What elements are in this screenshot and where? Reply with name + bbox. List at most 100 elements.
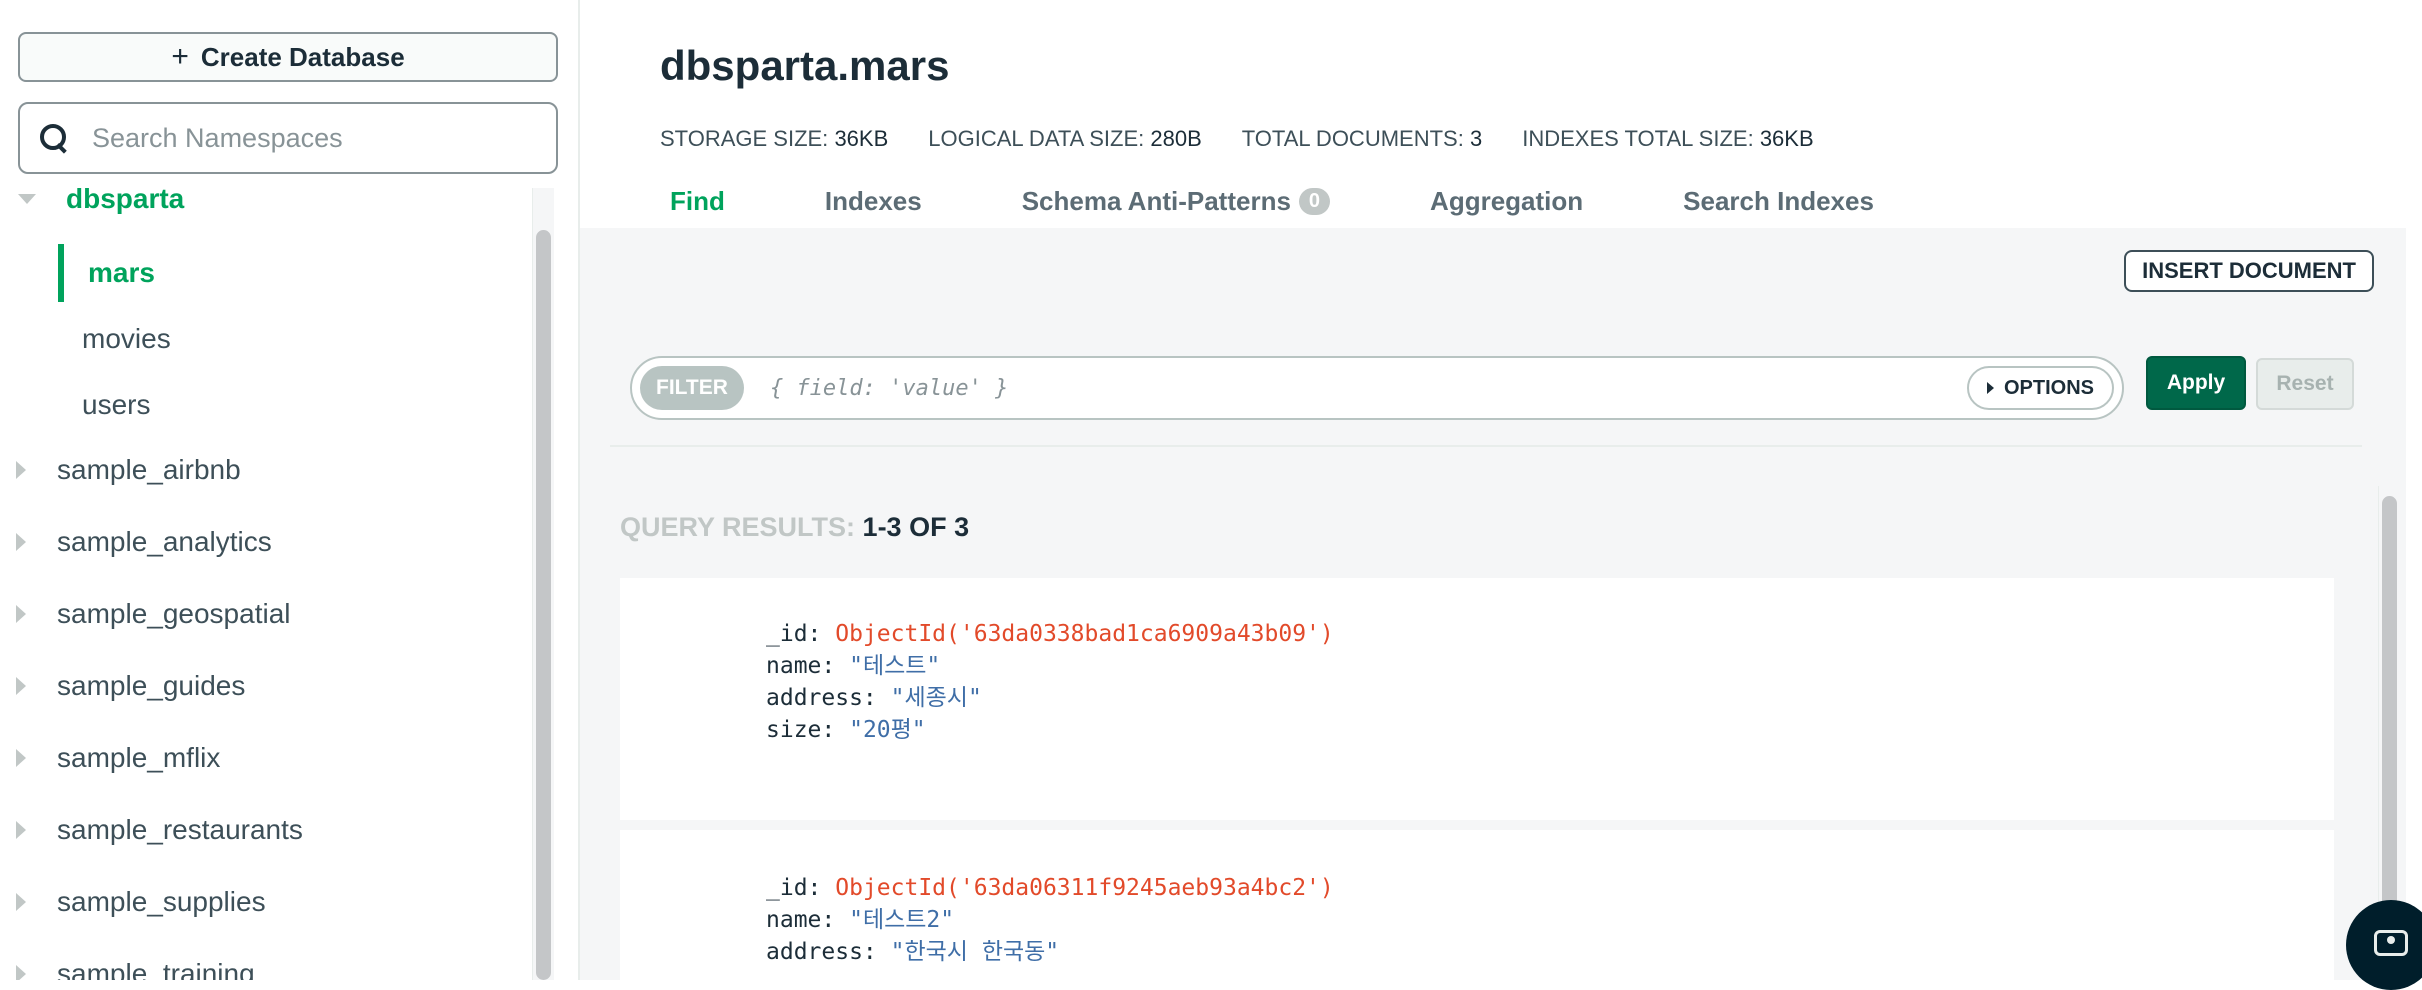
field-value: ObjectId('63da0338bad1ca6909a43b09') [835,621,1334,647]
stat-value: 36KB [834,126,889,151]
create-database-label: Create Database [200,41,405,72]
collection-stats: STORAGE SIZE: 36KB LOGICAL DATA SIZE: 28… [660,126,1814,152]
tree-collection-users[interactable]: users [0,376,530,434]
caret-right-icon [16,605,26,623]
caret-right-icon [16,821,26,839]
tree-db-label: sample_geospatial [57,598,291,629]
tree-db-label: sample_airbnb [57,454,241,485]
tree-db-label: dbsparta [66,188,185,214]
triangle-right-icon [1986,382,1994,394]
document-field: name: "테스트" [766,650,2334,682]
reset-button[interactable]: Reset [2256,358,2354,410]
collection-tabs: Find Indexes Schema Anti-Patterns 0 Aggr… [670,186,1974,217]
stat-logical-size: LOGICAL DATA SIZE: 280B [928,126,1202,152]
stat-indexes-size: INDEXES TOTAL SIZE: 36KB [1522,126,1813,152]
caret-right-icon [16,533,26,551]
tree-collection-movies[interactable]: movies [0,310,530,368]
tree-db-sample-guides[interactable]: sample_guides [0,656,530,716]
tree-db-sample-geospatial[interactable]: sample_geospatial [0,584,530,644]
stat-key: STORAGE SIZE: [660,126,829,151]
caret-right-icon [16,749,26,767]
tab-label: Schema Anti-Patterns [1021,186,1291,216]
document-card[interactable]: _id: ObjectId('63da0338bad1ca6909a43b09'… [620,578,2334,820]
tree-db-sample-restaurants[interactable]: sample_restaurants [0,800,530,860]
stat-value: 3 [1469,126,1483,151]
tab-schema-anti-patterns[interactable]: Schema Anti-Patterns 0 [1021,186,1331,217]
field-value: "한국시 한국동" [890,939,1060,965]
tree-collection-label: users [82,389,151,420]
caret-down-icon [18,194,36,204]
caret-right-icon [16,893,26,911]
tab-indexes[interactable]: Indexes [825,186,922,217]
tree-db-sample-airbnb[interactable]: sample_airbnb [0,440,530,500]
document-field: _id: ObjectId('63da06311f9245aeb93a4bc2'… [766,872,2334,904]
search-namespaces-box[interactable] [18,102,558,174]
field-key: name: [766,653,836,679]
find-content: INSERT DOCUMENT FILTER OPTIONS Apply Res… [580,228,2406,990]
tree-db-sample-training[interactable]: sample_training [0,944,530,980]
sidebar: + Create Database dbsparta mars movies u… [0,0,580,980]
results-label-text: QUERY RESULTS: [620,512,856,542]
document-field: address: "한국시 한국동" [766,936,2334,968]
field-value: "테스트2" [849,907,955,933]
divider [610,445,2362,447]
tab-search-indexes[interactable]: Search Indexes [1683,186,1874,217]
results-count: 1-3 OF 3 [862,512,970,542]
tree-db-sample-analytics[interactable]: sample_analytics [0,512,530,572]
field-key: address: [766,939,877,965]
caret-right-icon [16,461,26,479]
sidebar-scrollbar-thumb[interactable] [536,230,551,980]
create-database-button[interactable]: + Create Database [18,32,558,82]
tree-db-sample-supplies[interactable]: sample_supplies [0,872,530,932]
tab-find[interactable]: Find [670,186,725,217]
stat-value: 280B [1150,126,1202,151]
filter-label: FILTER [640,366,744,410]
chat-support-icon [2374,930,2408,956]
search-namespaces-input[interactable] [92,122,532,154]
document-field: name: "테스트2" [766,904,2334,936]
tree-db-dbsparta[interactable]: dbsparta [0,188,530,224]
field-key: _id: [766,875,822,901]
field-key: name: [766,907,836,933]
query-results-label: QUERY RESULTS: 1-3 OF 3 [620,512,969,543]
stat-key: INDEXES TOTAL SIZE: [1522,126,1754,151]
tree-collection-label: mars [88,257,155,288]
caret-right-icon [16,677,26,695]
stat-key: LOGICAL DATA SIZE: [928,126,1145,151]
apply-button[interactable]: Apply [2146,356,2246,410]
tree-db-label: sample_restaurants [57,814,303,845]
count-badge: 0 [1298,188,1331,215]
tree-db-label: sample_analytics [57,526,272,557]
tree-db-label: sample_training [57,958,255,980]
field-value: "테스트" [849,653,941,679]
search-icon [40,124,68,152]
plus-icon: + [171,40,189,73]
stat-total-documents: TOTAL DOCUMENTS: 3 [1242,126,1482,152]
filter-bar: FILTER OPTIONS [630,356,2124,420]
tree-db-label: sample_mflix [57,742,221,773]
document-card[interactable]: _id: ObjectId('63da06311f9245aeb93a4bc2'… [620,830,2334,990]
main-panel: dbsparta.mars STORAGE SIZE: 36KB LOGICAL… [580,0,2422,990]
insert-document-button[interactable]: INSERT DOCUMENT [2124,250,2374,292]
stat-value: 36KB [1759,126,1814,151]
tree-db-label: sample_supplies [57,886,266,917]
options-button[interactable]: OPTIONS [1966,366,2114,410]
document-field: _id: ObjectId('63da0338bad1ca6909a43b09'… [766,618,2334,650]
stat-storage-size: STORAGE SIZE: 36KB [660,126,888,152]
stat-key: TOTAL DOCUMENTS: [1241,126,1464,151]
tree-collection-label: movies [82,323,171,354]
tree-db-label: sample_guides [57,670,246,701]
field-value: "세종시" [890,685,982,711]
field-key: address: [766,685,877,711]
tree-db-sample-mflix[interactable]: sample_mflix [0,728,530,788]
caret-right-icon [16,965,26,980]
tree-collection-mars[interactable]: mars [0,244,530,302]
document-field: size: "20평" [766,714,2334,746]
filter-input[interactable] [769,375,1967,401]
collection-title: dbsparta.mars [660,42,950,89]
field-key: _id: [766,621,822,647]
tab-aggregation[interactable]: Aggregation [1430,186,1583,217]
field-key: size: [766,717,836,743]
namespace-tree: dbsparta mars movies users sample_airbnb… [0,188,530,980]
options-label: OPTIONS [2003,376,2094,399]
